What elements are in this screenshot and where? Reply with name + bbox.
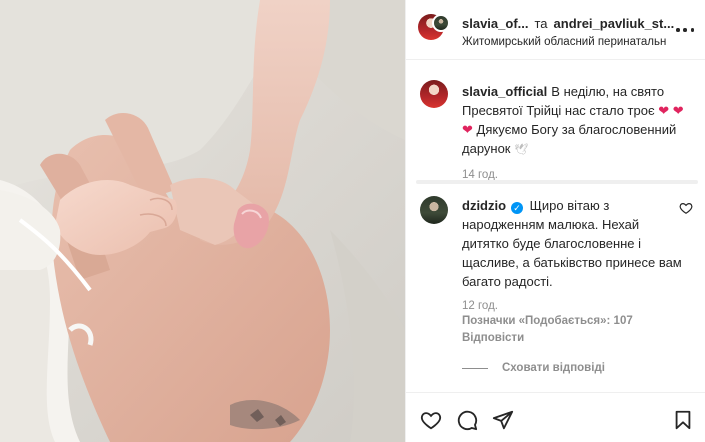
comment-username[interactable]: dzidzio (462, 198, 506, 213)
caption-avatar[interactable] (420, 80, 448, 108)
comment-bubble-icon[interactable] (456, 409, 478, 431)
more-horizontal-icon[interactable] (676, 22, 694, 38)
heart-emoji-icon: ❤ (658, 103, 670, 118)
heart-small-icon[interactable] (679, 201, 693, 215)
heart-outline-icon[interactable] (420, 409, 442, 431)
post-photo[interactable] (0, 0, 405, 442)
post-photo-illustration (0, 0, 405, 442)
post-side-panel: slavia_of... та andrei_pavliuk_st... Житом… (405, 0, 705, 442)
caption-text-part2: Дякуємо Богу за благословенний дарунок (462, 122, 677, 156)
comment-likes-count[interactable]: Позначки «Подобається»: 107 (462, 315, 633, 327)
header-usernames: slavia_of... та andrei_pavliuk_st... (462, 16, 674, 31)
hide-replies-label: Сховати відповіді (502, 362, 605, 374)
post-location[interactable]: Житомирський обласний перинатальний цент… (462, 36, 667, 48)
action-bar (406, 392, 705, 442)
post-header: slavia_of... та andrei_pavliuk_st... Житом… (406, 0, 705, 60)
verified-badge-icon: ✓ (511, 202, 524, 214)
heart-emoji-icon: ❤ (672, 103, 684, 118)
coauthor-avatar[interactable] (432, 14, 450, 32)
hide-replies-line (462, 367, 488, 369)
coauthor-username[interactable]: andrei_pavliuk_st... (554, 16, 675, 31)
author-username[interactable]: slavia_of... (462, 16, 528, 31)
reply-button[interactable]: Відповісти (462, 332, 524, 344)
hide-replies-button[interactable]: Сховати відповіді (462, 362, 605, 374)
comment-time: 12 год. (462, 300, 498, 312)
bookmark-icon[interactable] (672, 409, 694, 431)
dove-emoji-icon: 🕊 (514, 144, 529, 156)
caption-username[interactable]: slavia_official (462, 84, 547, 99)
paper-plane-icon[interactable] (492, 409, 514, 431)
section-divider (416, 180, 698, 184)
comment-avatar[interactable] (420, 196, 448, 224)
post-caption: slavia_official В неділю, на свято Пресвя… (462, 82, 690, 185)
coauthor-separator: та (534, 16, 548, 31)
heart-emoji-icon: ❤ (462, 122, 473, 137)
comment-item: dzidzio ✓ Щиро вітаю з народженням малюка… (462, 196, 684, 316)
